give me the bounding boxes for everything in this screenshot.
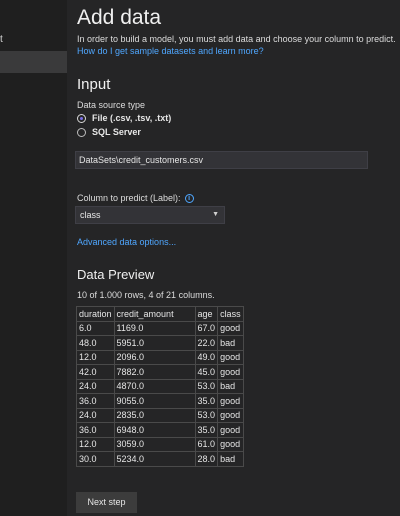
table-cell: 4870.0 [113,378,196,394]
table-cell: 12.0 [76,349,115,365]
data-preview-table: duration credit_amount age class 6.0 1169… [76,306,245,467]
column-label-text: Column to predict (Label): [77,193,181,203]
table-cell: 5234.0 [113,451,196,467]
table-row: 24.0 4870.0 53.0 bad [76,378,245,394]
table-cell: 30.0 [76,451,115,467]
table-cell: 5951.0 [113,335,196,351]
table-cell: 48.0 [76,335,115,351]
table-row: 12.0 3059.0 61.0 good [76,436,245,452]
sidebar-item-label: t [0,34,3,45]
label-column-select[interactable]: class ▼ [75,206,225,224]
column-header: credit_amount [113,306,196,322]
radio-file-label: File (.csv, .tsv, .txt) [92,113,172,123]
next-step-button[interactable]: Next step [76,492,137,513]
table-row: 12.0 2096.0 49.0 good [76,349,245,365]
column-header: age [194,306,219,322]
table-cell: 35.0 [194,393,219,409]
column-header: class [217,306,245,322]
table-cell: good [217,422,245,438]
table-header-row: duration credit_amount age class [76,306,245,322]
radio-file[interactable]: File (.csv, .tsv, .txt) [77,113,171,123]
table-row: 30.0 5234.0 28.0 bad [76,451,245,467]
table-cell: good [217,407,245,423]
table-row: 6.0 1169.0 67.0 good [76,320,245,336]
advanced-data-options-link[interactable]: Advanced data options... [77,237,176,247]
table-cell: 24.0 [76,407,115,423]
chevron-down-icon: ▼ [212,211,219,218]
preview-info: 10 of 1.000 rows, 4 of 21 columns. [77,290,215,300]
data-source-label: Data source type [77,100,146,110]
intro-text: In order to build a model, you must add … [77,34,396,44]
table-cell: 28.0 [194,451,219,467]
table-cell: good [217,436,245,452]
table-row: 48.0 5951.0 22.0 bad [76,335,245,351]
radio-sql-server[interactable]: SQL Server [77,127,141,137]
table-cell: 2835.0 [113,407,196,423]
left-sidebar: t [0,0,67,516]
radio-sql-label: SQL Server [92,127,141,137]
table-cell: 61.0 [194,436,219,452]
table-cell: 22.0 [194,335,219,351]
table-cell: 24.0 [76,378,115,394]
table-cell: 35.0 [194,422,219,438]
radio-checked-icon[interactable] [77,113,86,123]
table-cell: 45.0 [194,364,219,380]
table-cell: bad [217,378,245,394]
table-cell: 42.0 [76,364,115,380]
table-cell: 53.0 [194,407,219,423]
table-cell: 36.0 [76,393,115,409]
column-to-predict-label: Column to predict (Label): i [77,193,194,203]
table-cell: 36.0 [76,422,115,438]
data-preview-heading: Data Preview [77,267,155,282]
sidebar-item-selected[interactable] [0,51,67,73]
info-icon[interactable]: i [184,193,194,203]
table-cell: bad [217,335,245,351]
column-header: duration [76,306,115,322]
table-cell: 49.0 [194,349,219,365]
table-cell: good [217,349,245,365]
sample-datasets-link[interactable]: How do I get sample datasets and learn m… [77,46,264,56]
table-cell: bad [217,451,245,467]
label-column-value: class [80,210,101,220]
sidebar-item-data[interactable]: t [0,29,67,51]
table-cell: 67.0 [194,320,219,336]
table-row: 36.0 9055.0 35.0 good [76,393,245,409]
table-cell: 6.0 [76,320,115,336]
table-cell: good [217,364,245,380]
table-cell: good [217,393,245,409]
table-cell: 7882.0 [113,364,196,380]
table-cell: good [217,320,245,336]
table-row: 36.0 6948.0 35.0 good [76,422,245,438]
main-panel: Add data In order to build a model, you … [67,0,400,516]
table-cell: 9055.0 [113,393,196,409]
table-cell: 2096.0 [113,349,196,365]
table-cell: 53.0 [194,378,219,394]
table-cell: 3059.0 [113,436,196,452]
file-path-input[interactable]: DataSets\credit_customers.csv [75,151,368,169]
table-row: 42.0 7882.0 45.0 good [76,364,245,380]
table-cell: 6948.0 [113,422,196,438]
page-title: Add data [77,6,162,29]
table-row: 24.0 2835.0 53.0 good [76,407,245,423]
input-heading: Input [77,76,111,93]
table-cell: 1169.0 [113,320,196,336]
table-cell: 12.0 [76,436,115,452]
radio-unchecked-icon[interactable] [77,127,86,137]
